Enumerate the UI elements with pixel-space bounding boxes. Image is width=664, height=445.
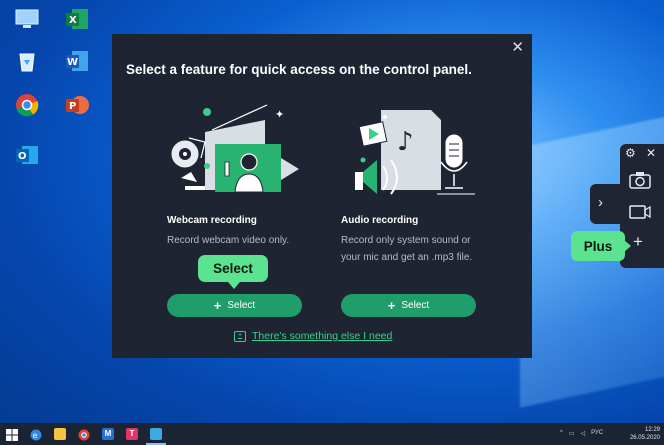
feature-name: Webcam recording (167, 215, 257, 226)
clock-time: 12:29 (644, 427, 660, 433)
svg-text:W: W (67, 57, 78, 68)
feature-description: Record only system sound or your mic and… (341, 235, 473, 263)
powerpoint-icon[interactable]: P (64, 92, 90, 118)
plus-icon[interactable]: + (633, 232, 643, 252)
clock-date: 26.05.2020 (629, 435, 660, 441)
select-webcam-button[interactable]: + Select (167, 294, 302, 317)
collapse-tab[interactable] (590, 184, 620, 224)
feedback-icon: + (234, 330, 246, 342)
recorder-app-icon[interactable] (150, 428, 162, 440)
audio-illustration: ♪ (355, 110, 475, 195)
feature-card-audio: ♪ Audio recording Record only system sou… (341, 102, 497, 266)
plus-icon: + (213, 298, 222, 313)
select-audio-button[interactable]: + Select (341, 294, 476, 317)
svg-text:♪: ♪ (397, 127, 414, 157)
edge-icon[interactable]: e (30, 428, 42, 441)
svg-text:P: P (69, 101, 76, 112)
dialog-title: Select a feature for quick access on the… (126, 62, 472, 77)
recycle-bin-icon[interactable] (14, 48, 40, 74)
feature-name: Audio recording (341, 215, 419, 226)
select-tooltip: Select (198, 255, 268, 289)
close-icon[interactable]: ✕ (646, 146, 656, 160)
feature-select-dialog: ✕ Select a feature for quick access on t… (112, 34, 532, 358)
button-label: Select (401, 300, 430, 311)
feature-description: Record webcam video only. (167, 235, 290, 246)
taskbar: e M T ^ ▭ ◁ РУС 12:29 26.05.2020 (0, 423, 664, 445)
word-icon[interactable]: W (64, 48, 90, 74)
language-indicator[interactable]: РУС (591, 430, 603, 437)
this-pc-icon[interactable] (14, 6, 40, 32)
close-icon[interactable]: ✕ (511, 38, 524, 56)
webcam-illustration: ✦ (170, 104, 299, 193)
start-button[interactable] (6, 428, 18, 441)
svg-text:✦: ✦ (275, 108, 284, 121)
something-else-link[interactable]: + There's something else I need (234, 330, 392, 342)
app-m-icon[interactable]: M (102, 428, 114, 440)
volume-icon[interactable]: ◁ (581, 430, 586, 437)
plus-badge: Plus (571, 231, 631, 261)
svg-text:e: e (33, 431, 38, 440)
excel-icon[interactable]: X (64, 6, 90, 32)
chevron-right-icon[interactable]: › (598, 194, 603, 211)
clock[interactable]: 12:29 26.05.2020 (630, 426, 660, 442)
chevron-up-icon[interactable]: ^ (560, 430, 563, 437)
button-label: Select (227, 300, 256, 311)
app-t-icon[interactable]: T (126, 428, 138, 440)
chrome-icon[interactable] (14, 92, 40, 118)
gear-icon[interactable]: ⚙ (625, 146, 636, 160)
svg-text:X: X (69, 15, 77, 26)
file-explorer-icon[interactable] (54, 428, 66, 440)
link-label: There's something else I need (252, 330, 393, 342)
network-icon[interactable]: ▭ (569, 430, 575, 437)
video-icon[interactable] (629, 204, 651, 225)
svg-text:O: O (18, 151, 27, 162)
chrome-taskbar-icon[interactable] (78, 428, 90, 441)
plus-icon: + (387, 298, 396, 313)
camera-icon[interactable] (629, 171, 651, 194)
outlook-icon[interactable]: O (14, 142, 40, 168)
feature-card-webcam: ✦ Webcam recording Record webcam video o… (167, 102, 323, 249)
system-tray: ^ ▭ ◁ РУС (560, 430, 603, 437)
